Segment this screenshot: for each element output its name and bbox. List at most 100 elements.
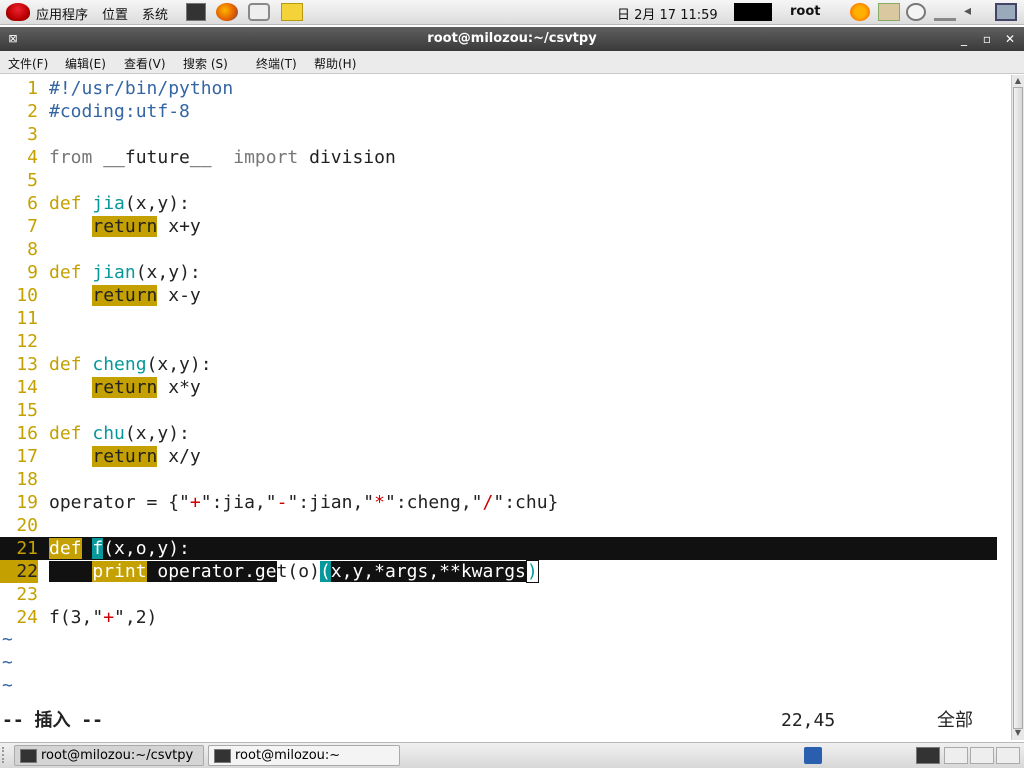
code-text: def	[49, 193, 82, 214]
line-number: 8	[27, 239, 38, 260]
code-line: 17 return x/y	[0, 445, 1011, 468]
system-menu[interactable]: 系统	[142, 4, 168, 23]
settings-launcher-icon[interactable]	[248, 3, 270, 21]
code-text: def	[49, 423, 82, 444]
panel-handle-icon	[2, 747, 8, 763]
mode-indicator: -- 插入 --	[2, 710, 104, 731]
line-number: 18	[16, 469, 38, 490]
vim-statusline: -- 插入 -- 22,45 全部	[0, 709, 1011, 732]
code-text: (x,y):	[146, 354, 212, 375]
taskbar-item-csvtpy[interactable]: root@milozou:~/csvtpy	[14, 745, 204, 766]
code-text: operator.ge	[146, 561, 277, 582]
code-line: 11	[0, 307, 1011, 330]
notes-launcher-icon[interactable]	[281, 3, 303, 21]
package-icon[interactable]	[878, 3, 900, 21]
line-number: 10	[16, 285, 38, 306]
line-number: 22	[0, 560, 38, 583]
maximize-button[interactable]: ▫	[978, 30, 996, 48]
menu-search[interactable]: 搜索 (S)	[183, 55, 228, 72]
workspace-4[interactable]	[996, 747, 1020, 764]
code-line: 1 #!/usr/bin/python	[0, 77, 1011, 100]
code-text: jian	[92, 262, 136, 283]
line-number: 23	[16, 584, 38, 605]
clock[interactable]: 日 2月 17 11:59	[617, 4, 718, 23]
line-number: 4	[27, 147, 38, 168]
line-number: 5	[27, 170, 38, 191]
code-line: 3	[0, 123, 1011, 146]
menu-edit[interactable]: 编辑(E)	[65, 55, 106, 72]
user-name[interactable]: root	[790, 4, 821, 19]
menu-help[interactable]: 帮助(H)	[314, 55, 356, 72]
code-text: +	[103, 607, 115, 628]
scroll-down-icon[interactable]: ▼	[1013, 728, 1023, 738]
line-number: 6	[27, 193, 38, 214]
menu-file[interactable]: 文件(F)	[8, 55, 48, 72]
code-text: (x,y):	[135, 262, 201, 283]
terminal-area[interactable]: 1 #!/usr/bin/python 2 #coding:utf-8 3 4 fro…	[0, 75, 1011, 740]
cursor: )	[525, 560, 539, 583]
code-line: 13 def cheng(x,y):	[0, 353, 1011, 376]
taskbar-item-home[interactable]: root@milozou:~	[208, 745, 400, 766]
window-titlebar[interactable]: ⊠ root@milozou:~/csvtpy _ ▫ ✕	[0, 27, 1024, 51]
code-text: def	[49, 354, 82, 375]
network-icon[interactable]	[934, 3, 956, 21]
code-text: ":jian,"	[287, 492, 375, 513]
line-number: 2	[27, 101, 38, 122]
code-line-selected: 21 def f(x,o,y):	[0, 537, 997, 560]
code-text: operator = {"	[49, 492, 190, 513]
display-icon[interactable]	[995, 3, 1017, 21]
scroll-up-icon[interactable]: ▲	[1013, 76, 1023, 86]
line-number: 9	[27, 262, 38, 283]
line-number: 24	[16, 607, 38, 628]
minimize-button[interactable]: _	[955, 30, 973, 48]
sun-update-icon[interactable]	[850, 3, 870, 21]
applications-menu[interactable]: 应用程序	[36, 4, 88, 23]
code-text: -	[276, 492, 288, 513]
vertical-scrollbar[interactable]: ▲ ▼	[1011, 75, 1024, 740]
code-text: (x,y):	[124, 423, 190, 444]
code-line: 15	[0, 399, 1011, 422]
code-line: 4 from __future__ import division	[0, 146, 1011, 169]
workspace-switcher-icon[interactable]	[804, 747, 822, 764]
menubar: 文件(F) 编辑(E) 查看(V) 搜索 (S) 终端(T) 帮助(H)	[0, 51, 1024, 74]
code-text: cheng	[92, 354, 147, 375]
disk-icon[interactable]	[906, 3, 926, 21]
code-line: 7 return x+y	[0, 215, 1011, 238]
scroll-thumb[interactable]	[1013, 87, 1023, 729]
firefox-icon[interactable]	[216, 3, 238, 21]
code-line: 12	[0, 330, 1011, 353]
code-line: 8	[0, 238, 1011, 261]
terminal-icon	[214, 749, 231, 763]
menu-terminal[interactable]: 终端(T)	[256, 55, 297, 72]
code-text: f	[92, 538, 104, 559]
code-line: 6 def jia(x,y):	[0, 192, 1011, 215]
redhat-logo-icon[interactable]	[6, 3, 30, 21]
workspace-2[interactable]	[944, 747, 968, 764]
code-text: /	[482, 492, 494, 513]
scroll-indicator: 全部	[937, 710, 973, 731]
code-text: ",2)	[114, 607, 158, 628]
workspace-thumbnail[interactable]	[734, 3, 772, 21]
line-number: 17	[16, 446, 38, 467]
code-line: 24 f(3,"+",2)	[0, 606, 1011, 629]
terminal-launcher-icon[interactable]	[186, 3, 206, 21]
code-text: print	[92, 561, 147, 582]
code-text: #coding:utf-8	[49, 101, 190, 122]
workspace-1[interactable]	[916, 747, 940, 764]
code-text: x+y	[157, 216, 201, 237]
code-text	[49, 561, 93, 582]
top-panel: 应用程序 位置 系统 日 2月 17 11:59 root ◂	[0, 0, 1024, 25]
menu-view[interactable]: 查看(V)	[124, 55, 166, 72]
code-text: t(o)	[276, 561, 320, 582]
close-button[interactable]: ✕	[1001, 30, 1019, 48]
code-text: return	[92, 216, 158, 237]
taskbar-label: root@milozou:~/csvtpy	[41, 748, 194, 763]
code-line: 14 return x*y	[0, 376, 1011, 399]
code-text: def	[49, 262, 82, 283]
places-menu[interactable]: 位置	[102, 4, 128, 23]
workspace-3[interactable]	[970, 747, 994, 764]
volume-icon[interactable]: ◂	[964, 3, 982, 21]
